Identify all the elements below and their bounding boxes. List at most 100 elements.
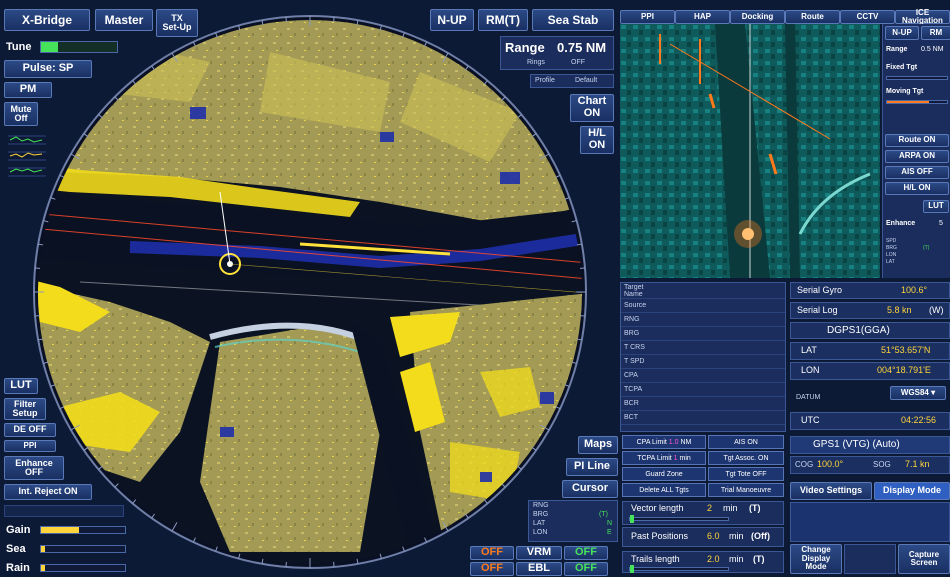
change-display-mode-button[interactable]: Change Display Mode (790, 544, 842, 574)
cursor-button[interactable]: Cursor (562, 480, 618, 498)
datum-value: WGS84 (900, 387, 929, 397)
radar-console: X-Bridge Master TX Set-Up Tune Pulse: SP… (0, 0, 950, 577)
cpa-limit-button[interactable]: CPA Limit 1.0 NM (622, 435, 706, 449)
ice-enhance-label: Enhance (886, 220, 916, 227)
rings-value: OFF (571, 59, 585, 66)
hl-on-button[interactable]: H/L ON (885, 182, 949, 195)
sensor-panel: Serial Gyro 100.6° Serial Log 5.8 kn (W)… (790, 282, 950, 577)
ebl-button[interactable]: EBL (516, 562, 562, 576)
display-mode-tab[interactable]: Display Mode (874, 482, 950, 500)
datum-row: DATUM WGS84 ▾ (790, 382, 950, 410)
tgt-tote-button[interactable]: Tgt Tote OFF (708, 467, 784, 481)
chart-on-button[interactable]: Chart ON (570, 94, 614, 122)
north-up-button[interactable]: N-UP (430, 9, 474, 31)
vector-length-control[interactable]: Vector length 2 min (T) (622, 501, 784, 525)
target-row-4: T CRS (621, 341, 785, 355)
video-settings-tab[interactable]: Video Settings (790, 482, 872, 500)
delete-all-targets-button[interactable]: Delete ALL Tgts (622, 483, 706, 497)
trails-length-control[interactable]: Trails length 2.0 min (T) (622, 551, 784, 573)
gps1-source-row[interactable]: GPS1 (VTG) (Auto) (790, 436, 950, 454)
cursor-lat-value: N (607, 520, 613, 527)
datum-select[interactable]: WGS84 ▾ (890, 386, 946, 400)
tab-ice-navigation[interactable]: ICE Navigation (895, 8, 950, 25)
cpa-limit-value: 1.0 (668, 438, 679, 446)
ice-range-value: 0.5 NM (921, 46, 944, 53)
ebl-left-off[interactable]: OFF (470, 562, 514, 576)
moving-tgt-label: Moving Tgt (886, 88, 924, 95)
range-value: 0.75 NM (557, 40, 607, 55)
datum-label: DATUM (796, 394, 821, 401)
pi-line-button[interactable]: PI Line (566, 458, 618, 476)
target-row-1: Source (621, 299, 785, 313)
vrm-button[interactable]: VRM (516, 546, 562, 560)
cursor-lon-value: E (607, 529, 612, 536)
sog-label: SOG (873, 460, 891, 469)
past-positions-unit: min (729, 531, 744, 541)
tab-hap[interactable]: HAP (675, 10, 730, 24)
dgps-source-row[interactable]: DGPS1(GGA) (790, 322, 950, 339)
sog-value: 7.1 kn (905, 459, 930, 469)
tab-route[interactable]: Route (785, 10, 840, 24)
ais-off-button[interactable]: AIS OFF (885, 166, 949, 179)
moving-tgt-slider-fill (887, 101, 929, 103)
range-panel[interactable]: Range 0.75 NM Rings OFF (500, 36, 614, 70)
tcpa-limit-value: 1 (673, 454, 678, 462)
utc-value: 04:22:56 (901, 415, 937, 425)
past-positions-control[interactable]: Past Positions 6.0 min (Off) (622, 527, 784, 547)
cursor-lat-label: LAT (533, 520, 546, 527)
route-on-button[interactable]: Route ON (885, 134, 949, 147)
guard-zone-button[interactable]: Guard Zone (622, 467, 706, 481)
cursor-lon-label: LON (533, 529, 548, 536)
tab-ppi[interactable]: PPI (620, 10, 675, 24)
gps1-source: GPS1 (VTG) (Auto) (813, 439, 900, 450)
target-row-0: Target Name (621, 283, 785, 299)
tcpa-limit-unit: min (679, 454, 691, 462)
heading-line-button[interactable]: H/L ON (580, 126, 614, 154)
capture-screen-button[interactable]: Capture Screen (898, 544, 950, 574)
cursor-brg-value: (T) (599, 511, 608, 518)
profile-panel[interactable]: Profile Default (530, 74, 614, 88)
tgt-assoc-button[interactable]: Tgt Assoc. ON (708, 451, 784, 465)
cog-label: COG (795, 460, 814, 469)
ice-range-label: Range (886, 46, 908, 53)
serial-log-row[interactable]: Serial Log 5.8 kn (W) (790, 302, 950, 319)
ice-north-up-button[interactable]: N-UP (885, 26, 919, 40)
relative-motion-button[interactable]: RM(T) (478, 9, 528, 31)
trails-length-label: Trails length (631, 554, 680, 564)
ais-on-button[interactable]: AIS ON (708, 435, 784, 449)
fixed-tgt-slider[interactable] (886, 76, 948, 80)
vrm-left-off[interactable]: OFF (470, 546, 514, 560)
cpa-limit-label: CPA Limit (636, 438, 667, 446)
ice-lon-label: LON (886, 252, 897, 258)
profile-value: Default (575, 77, 598, 84)
serial-log-label: Serial Log (797, 305, 838, 315)
serial-gyro-row[interactable]: Serial Gyro 100.6° (790, 282, 950, 299)
maps-button[interactable]: Maps (578, 436, 618, 454)
moving-tgt-slider[interactable] (886, 100, 948, 104)
hap-view[interactable] (620, 24, 880, 278)
vector-length-value: 2 (707, 503, 713, 513)
cursor-readout: RNG BRG (T) LAT N LON E (528, 500, 618, 542)
profile-label: Profile (535, 77, 555, 84)
ebl-right-off[interactable]: OFF (564, 562, 608, 576)
ice-brg-label: BRG (886, 245, 897, 251)
tab-docking[interactable]: Docking (730, 10, 785, 24)
sea-stab-button[interactable]: Sea Stab (532, 9, 614, 31)
cursor-rng-label: RNG (533, 502, 549, 509)
trial-manoeuvre-button[interactable]: Trial Manoeuvre (708, 483, 784, 497)
vrm-right-off[interactable]: OFF (564, 546, 608, 560)
trails-length-slider[interactable] (629, 565, 729, 573)
vector-length-slider[interactable] (629, 515, 729, 523)
arpa-on-button[interactable]: ARPA ON (885, 150, 949, 163)
ice-rm-button[interactable]: RM (921, 26, 950, 40)
view-tabs: PPI HAP Docking Route CCTV ICE Navigation (620, 8, 950, 25)
ice-brg-value: (T) (923, 245, 930, 251)
range-label: Range (505, 40, 545, 55)
ice-lut-button[interactable]: LUT (923, 200, 949, 213)
vector-length-label: Vector length (631, 503, 684, 513)
trails-length-unit: min (729, 554, 744, 564)
tcpa-limit-button[interactable]: TCPA Limit 1 min (622, 451, 706, 465)
tab-cctv[interactable]: CCTV (840, 10, 895, 24)
radar-ppi[interactable] (20, 12, 600, 572)
past-positions-mode: (Off) (751, 531, 770, 541)
